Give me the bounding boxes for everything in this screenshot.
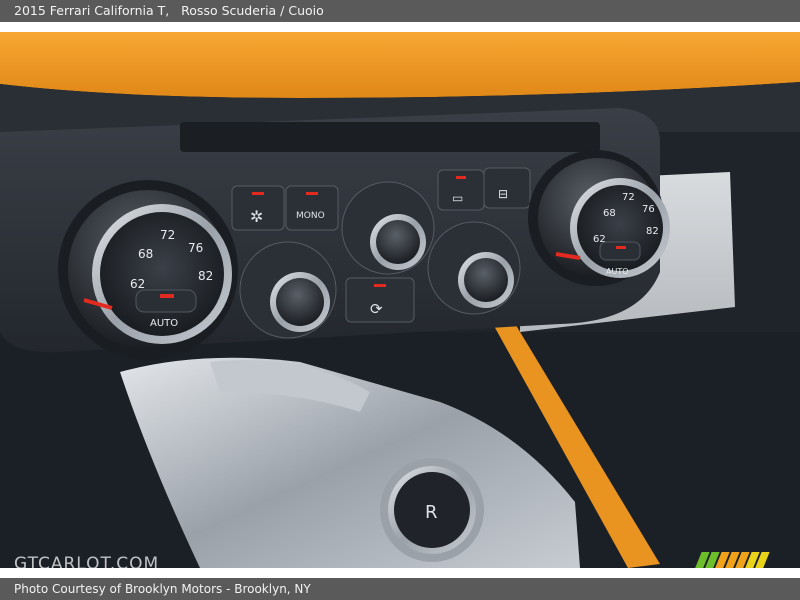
sun-icon: ✲ bbox=[250, 207, 263, 226]
right-temp-82: 82 bbox=[646, 226, 659, 237]
console-photo: 62 68 72 76 82 AUTO ✲ MONO ⟳ ▭ ⊟ 62 68 7… bbox=[0, 32, 800, 568]
defrost-button[interactable]: ✲ bbox=[231, 185, 285, 231]
mono-button[interactable]: MONO bbox=[285, 185, 339, 231]
credit-bar: Photo Courtesy of Brooklyn Motors - Broo… bbox=[0, 578, 800, 600]
recirculation-icon: ⟳ bbox=[370, 300, 383, 318]
left-temp-62: 62 bbox=[130, 277, 145, 291]
left-temp-72: 72 bbox=[160, 228, 175, 242]
photo-credit: Photo Courtesy of Brooklyn Motors - Broo… bbox=[14, 582, 311, 596]
brand-stripes-logo bbox=[694, 552, 772, 568]
caption-vehicle: 2015 Ferrari California T, bbox=[14, 3, 170, 18]
recirculation-button[interactable]: ⟳ bbox=[345, 277, 415, 323]
right-temp-62: 62 bbox=[593, 234, 606, 245]
caption-bar: 2015 Ferrari California T, Rosso Scuderi… bbox=[0, 0, 800, 22]
mono-label: MONO bbox=[296, 211, 325, 221]
left-temp-82: 82 bbox=[198, 269, 213, 283]
right-auto-label: AUTO bbox=[606, 267, 629, 276]
orange-dash-trim bbox=[0, 32, 800, 98]
reverse-label: R bbox=[425, 502, 438, 523]
right-temp-72: 72 bbox=[622, 192, 635, 203]
right-temp-76: 76 bbox=[642, 204, 655, 215]
windshield-icon: ▭ bbox=[452, 191, 463, 205]
rear-defrost-button[interactable]: ⊟ bbox=[483, 167, 531, 209]
watermark: GTCARLOT.COM bbox=[14, 554, 160, 568]
left-auto-label: AUTO bbox=[150, 318, 178, 329]
left-temp-68: 68 bbox=[138, 247, 153, 261]
caption-color: Rosso Scuderia / Cuoio bbox=[181, 3, 324, 18]
fan-speed-knob[interactable] bbox=[341, 181, 435, 275]
right-air-distribution-knob[interactable] bbox=[427, 221, 521, 315]
front-defrost-button[interactable]: ▭ bbox=[437, 169, 485, 211]
rear-window-icon: ⊟ bbox=[498, 187, 508, 201]
left-temp-76: 76 bbox=[188, 241, 203, 255]
photo: 62 68 72 76 82 AUTO ✲ MONO ⟳ ▭ ⊟ 62 68 7… bbox=[0, 32, 800, 568]
right-temp-68: 68 bbox=[603, 208, 616, 219]
left-air-distribution-knob[interactable] bbox=[239, 241, 337, 339]
